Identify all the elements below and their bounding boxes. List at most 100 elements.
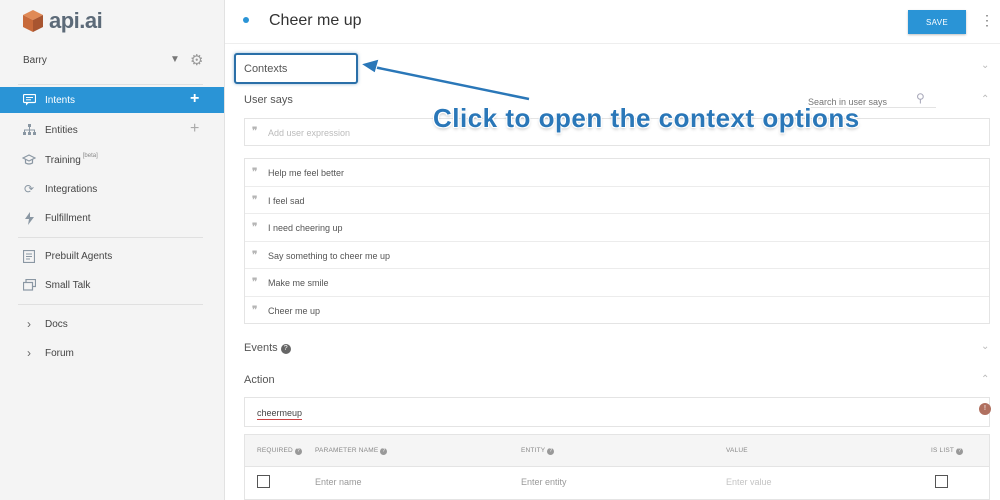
entity-input[interactable]: Enter entity xyxy=(521,477,567,487)
sidebar-item-training[interactable]: Training [beta] xyxy=(0,147,224,173)
list-item[interactable]: ❞ Make me smile xyxy=(245,269,989,297)
hierarchy-icon xyxy=(22,123,36,137)
action-value: cheermeup xyxy=(257,408,303,420)
graduation-cap-icon xyxy=(22,153,36,167)
sidebar-item-docs[interactable]: › Docs xyxy=(0,311,224,337)
column-header-value: VALUE xyxy=(726,447,748,454)
add-entity-icon[interactable]: + xyxy=(190,121,199,137)
chevron-right-icon: › xyxy=(27,317,31,331)
sidebar: api.ai Barry ▼ ⚙ Intents + Entities + Tr… xyxy=(0,0,225,500)
save-button[interactable]: SAVE xyxy=(908,10,966,34)
list-item[interactable]: ❞ I feel sad xyxy=(245,187,989,215)
quote-icon: ❞ xyxy=(252,167,258,178)
search-icon[interactable]: ⚲ xyxy=(916,91,925,105)
annotation-text: Click to open the context options xyxy=(433,103,860,133)
divider xyxy=(18,237,203,238)
sidebar-item-small-talk[interactable]: Small Talk xyxy=(0,272,224,298)
chevron-up-icon[interactable]: ⌃ xyxy=(981,94,989,105)
lightning-icon xyxy=(22,211,36,225)
column-header-entity: ENTITY? xyxy=(521,447,555,455)
sidebar-item-label: Small Talk xyxy=(45,279,91,291)
quote-icon: ❞ xyxy=(252,277,258,289)
beta-badge: [beta] xyxy=(82,153,98,159)
agent-selector[interactable]: Barry ▼ ⚙ xyxy=(0,50,224,74)
is-list-checkbox[interactable] xyxy=(935,475,948,488)
sidebar-item-label: Prebuilt Agents xyxy=(45,250,113,262)
phrase-text: Make me smile xyxy=(268,278,329,289)
sidebar-item-entities[interactable]: Entities + xyxy=(0,117,224,143)
sidebar-item-label: Fulfillment xyxy=(45,212,91,224)
parameters-table: REQUIRED? PARAMETER NAME? ENTITY? VALUE … xyxy=(244,434,990,500)
more-vertical-icon[interactable]: ⋮ xyxy=(980,12,994,29)
help-icon: ? xyxy=(547,448,555,455)
sidebar-item-integrations[interactable]: ⟳ Integrations xyxy=(0,176,224,202)
add-intent-icon[interactable]: + xyxy=(190,91,199,107)
column-header-required: REQUIRED? xyxy=(257,447,302,455)
events-section[interactable]: Events? xyxy=(244,342,291,355)
quote-icon: ❞ xyxy=(252,249,258,261)
intent-title[interactable]: Cheer me up xyxy=(269,12,362,30)
list-item[interactable]: ❞ Cheer me up xyxy=(245,297,989,325)
sidebar-item-fulfillment[interactable]: Fulfillment xyxy=(0,205,224,231)
sidebar-item-label: Intents xyxy=(45,94,76,106)
chevron-down-icon[interactable]: ⌄ xyxy=(981,60,989,71)
chevron-up-icon[interactable]: ⌃ xyxy=(981,374,989,385)
sidebar-item-label: Training xyxy=(45,154,81,166)
sidebar-item-label: Integrations xyxy=(45,183,98,195)
required-checkbox[interactable] xyxy=(257,475,270,488)
parameters-table-header: REQUIRED? PARAMETER NAME? ENTITY? VALUE … xyxy=(245,435,989,467)
help-icon: ? xyxy=(294,448,302,455)
list-item[interactable]: ❞ Help me feel better xyxy=(245,159,989,187)
phrase-text: Say something to cheer me up xyxy=(268,250,391,261)
quote-icon: ❞ xyxy=(252,126,258,137)
caret-down-icon[interactable]: ▼ xyxy=(170,54,180,65)
value-input[interactable]: Enter value xyxy=(726,477,772,487)
quote-icon: ❞ xyxy=(252,222,258,234)
sidebar-item-forum[interactable]: › Forum xyxy=(0,340,224,366)
user-says-list: ❞ Help me feel better ❞ I feel sad ❞ I n… xyxy=(244,158,990,324)
chevron-down-icon[interactable]: ⌄ xyxy=(981,341,989,352)
phrase-text: I need cheering up xyxy=(268,223,343,234)
list-item[interactable]: ❞ I need cheering up xyxy=(245,214,989,242)
document-icon xyxy=(22,249,36,263)
warning-badge-icon[interactable]: ! xyxy=(979,403,991,415)
logo[interactable]: api.ai xyxy=(22,8,103,34)
sidebar-item-label: Forum xyxy=(45,347,74,359)
gear-icon[interactable]: ⚙ xyxy=(190,51,203,69)
action-field[interactable]: cheermeup xyxy=(244,397,990,427)
action-title[interactable]: Action xyxy=(244,374,275,386)
contexts-label: Contexts xyxy=(244,63,288,75)
help-icon[interactable]: ? xyxy=(280,344,291,354)
agent-name: Barry xyxy=(23,55,47,66)
app-window: api.ai Barry ▼ ⚙ Intents + Entities + Tr… xyxy=(0,0,1000,500)
quote-icon: ❞ xyxy=(252,304,258,316)
sidebar-item-intents[interactable]: Intents + xyxy=(0,87,224,113)
chevron-right-icon: › xyxy=(27,346,31,360)
intent-header: Cheer me up SAVE ⋮ xyxy=(225,0,1000,44)
sidebar-item-prebuilt-agents[interactable]: Prebuilt Agents xyxy=(0,243,224,269)
chat-bubble-icon xyxy=(22,93,36,107)
logo-text: api.ai xyxy=(49,8,103,33)
sidebar-item-label: Entities xyxy=(45,124,78,136)
phrase-text: Help me feel better xyxy=(268,168,345,178)
status-dot-icon xyxy=(243,17,249,23)
events-title: Events xyxy=(244,342,278,354)
cube-logo-icon xyxy=(23,10,43,32)
user-says-title[interactable]: User says xyxy=(244,94,293,106)
annotation-arrow-icon xyxy=(359,58,530,102)
list-item[interactable]: ❞ Say something to cheer me up xyxy=(245,242,989,270)
help-icon: ? xyxy=(956,448,964,455)
quote-icon: ❞ xyxy=(252,194,258,206)
divider xyxy=(18,84,203,85)
parameter-name-input[interactable]: Enter name xyxy=(315,477,362,487)
column-header-is-list: IS LIST? xyxy=(931,447,964,455)
chat-stack-icon xyxy=(22,278,36,292)
contexts-section[interactable]: Contexts xyxy=(234,53,358,84)
phrase-text: Cheer me up xyxy=(268,305,321,316)
add-expression-placeholder: Add user expression xyxy=(268,128,351,138)
help-icon: ? xyxy=(380,448,388,455)
column-header-parameter-name: PARAMETER NAME? xyxy=(315,447,388,455)
phrase-text: I feel sad xyxy=(268,195,305,206)
divider xyxy=(18,304,203,305)
sync-icon: ⟳ xyxy=(23,182,35,196)
